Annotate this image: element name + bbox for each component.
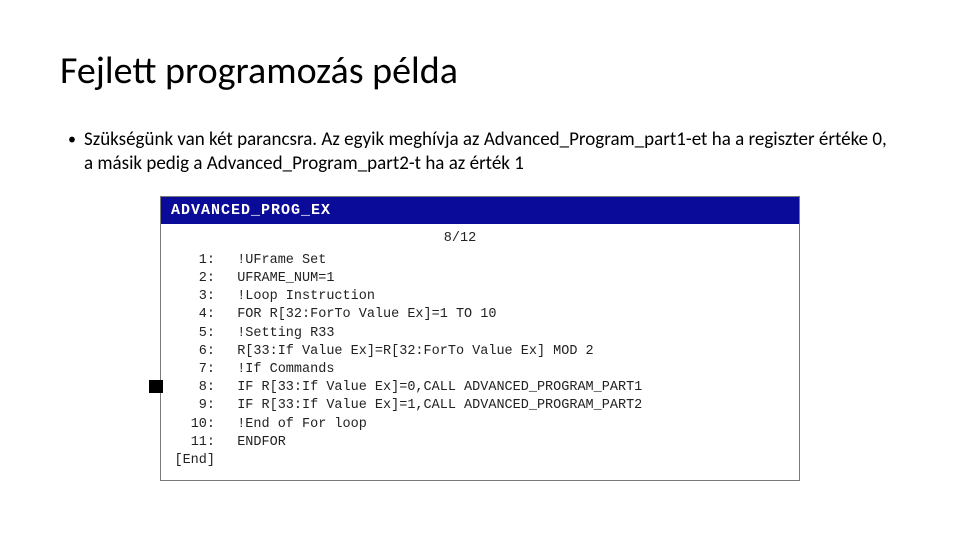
code-line: [End] bbox=[171, 452, 789, 470]
line-number: 5: bbox=[171, 325, 221, 343]
line-counter: 8/12 bbox=[171, 230, 789, 248]
bullet-item: • Szükségünk van két parancsra. Az egyik… bbox=[60, 128, 900, 176]
line-number: [End] bbox=[171, 452, 221, 470]
code-line: 9: IF R[33:If Value Ex]=1,CALL ADVANCED_… bbox=[171, 397, 789, 415]
line-number: 3: bbox=[171, 288, 221, 306]
line-code: IF R[33:If Value Ex]=1,CALL ADVANCED_PRO… bbox=[221, 397, 642, 415]
slide: Fejlett programozás példa • Szükségünk v… bbox=[0, 0, 960, 481]
line-number: 9: bbox=[171, 397, 221, 415]
code-line: 11: ENDFOR bbox=[171, 434, 789, 452]
editor-titlebar: ADVANCED_PROG_EX bbox=[161, 197, 799, 224]
line-number: 2: bbox=[171, 270, 221, 288]
code-editor: ADVANCED_PROG_EX 8/12 1: !UFrame Set2: U… bbox=[160, 196, 800, 482]
editor-body: 8/12 1: !UFrame Set2: UFRAME_NUM=13: !Lo… bbox=[161, 224, 799, 481]
code-line: 5: !Setting R33 bbox=[171, 325, 789, 343]
line-number: 1: bbox=[171, 252, 221, 270]
code-line: 3: !Loop Instruction bbox=[171, 288, 789, 306]
code-line: 6: R[33:If Value Ex]=R[32:ForTo Value Ex… bbox=[171, 343, 789, 361]
line-number: 11: bbox=[171, 434, 221, 452]
line-code: ENDFOR bbox=[221, 434, 286, 452]
line-code: !Loop Instruction bbox=[221, 288, 375, 306]
line-code bbox=[221, 452, 237, 470]
code-lines: 1: !UFrame Set2: UFRAME_NUM=13: !Loop In… bbox=[171, 252, 789, 471]
code-line: 4: FOR R[32:ForTo Value Ex]=1 TO 10 bbox=[171, 306, 789, 324]
line-number: 8: bbox=[171, 379, 221, 397]
line-code: !UFrame Set bbox=[221, 252, 326, 270]
editor-title: ADVANCED_PROG_EX bbox=[171, 202, 331, 219]
bullet-dot-icon: • bbox=[68, 128, 76, 151]
line-number: 7: bbox=[171, 361, 221, 379]
code-line: 2: UFRAME_NUM=1 bbox=[171, 270, 789, 288]
code-line: 8: IF R[33:If Value Ex]=0,CALL ADVANCED_… bbox=[171, 379, 789, 397]
code-line: 10: !End of For loop bbox=[171, 416, 789, 434]
line-code: FOR R[32:ForTo Value Ex]=1 TO 10 bbox=[221, 306, 496, 324]
cursor-icon bbox=[149, 380, 163, 393]
line-number: 4: bbox=[171, 306, 221, 324]
bullet-text: Szükségünk van két parancsra. Az egyik m… bbox=[84, 128, 900, 176]
line-code: !End of For loop bbox=[221, 416, 367, 434]
line-code: !If Commands bbox=[221, 361, 334, 379]
code-line: 7: !If Commands bbox=[171, 361, 789, 379]
line-code: R[33:If Value Ex]=R[32:ForTo Value Ex] M… bbox=[221, 343, 594, 361]
line-number: 10: bbox=[171, 416, 221, 434]
line-code: UFRAME_NUM=1 bbox=[221, 270, 334, 288]
line-number: 6: bbox=[171, 343, 221, 361]
line-code: !Setting R33 bbox=[221, 325, 334, 343]
code-line: 1: !UFrame Set bbox=[171, 252, 789, 270]
slide-title: Fejlett programozás példa bbox=[60, 48, 900, 94]
line-code: IF R[33:If Value Ex]=0,CALL ADVANCED_PRO… bbox=[221, 379, 642, 397]
